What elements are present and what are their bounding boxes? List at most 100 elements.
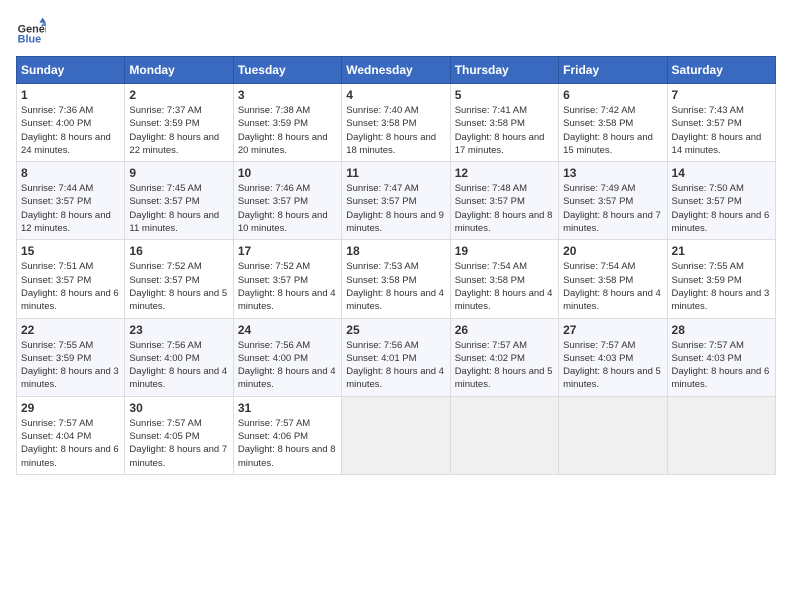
day-number: 17 bbox=[238, 244, 337, 258]
cell-content: Sunrise: 7:49 AMSunset: 3:57 PMDaylight:… bbox=[563, 182, 662, 235]
day-number: 28 bbox=[672, 323, 771, 337]
calendar-cell: 10 Sunrise: 7:46 AMSunset: 3:57 PMDayligh… bbox=[233, 162, 341, 240]
calendar-cell: 6 Sunrise: 7:42 AMSunset: 3:58 PMDaylight… bbox=[559, 84, 667, 162]
day-number: 18 bbox=[346, 244, 445, 258]
day-number: 14 bbox=[672, 166, 771, 180]
day-number: 1 bbox=[21, 88, 120, 102]
cell-content: Sunrise: 7:56 AMSunset: 4:00 PMDaylight:… bbox=[129, 339, 228, 392]
calendar-cell: 19 Sunrise: 7:54 AMSunset: 3:58 PMDayligh… bbox=[450, 240, 558, 318]
day-number: 8 bbox=[21, 166, 120, 180]
calendar-cell bbox=[450, 396, 558, 474]
day-number: 13 bbox=[563, 166, 662, 180]
day-number: 22 bbox=[21, 323, 120, 337]
calendar-cell: 24 Sunrise: 7:56 AMSunset: 4:00 PMDayligh… bbox=[233, 318, 341, 396]
week-row-1: 1 Sunrise: 7:36 AMSunset: 4:00 PMDaylight… bbox=[17, 84, 776, 162]
cell-content: Sunrise: 7:52 AMSunset: 3:57 PMDaylight:… bbox=[238, 260, 337, 313]
calendar-cell: 11 Sunrise: 7:47 AMSunset: 3:57 PMDayligh… bbox=[342, 162, 450, 240]
cell-content: Sunrise: 7:36 AMSunset: 4:00 PMDaylight:… bbox=[21, 104, 120, 157]
cell-content: Sunrise: 7:57 AMSunset: 4:02 PMDaylight:… bbox=[455, 339, 554, 392]
calendar-cell: 22 Sunrise: 7:55 AMSunset: 3:59 PMDayligh… bbox=[17, 318, 125, 396]
calendar-cell: 13 Sunrise: 7:49 AMSunset: 3:57 PMDayligh… bbox=[559, 162, 667, 240]
day-number: 23 bbox=[129, 323, 228, 337]
calendar-cell: 8 Sunrise: 7:44 AMSunset: 3:57 PMDaylight… bbox=[17, 162, 125, 240]
cell-content: Sunrise: 7:46 AMSunset: 3:57 PMDaylight:… bbox=[238, 182, 337, 235]
header-tuesday: Tuesday bbox=[233, 57, 341, 84]
day-number: 21 bbox=[672, 244, 771, 258]
day-number: 16 bbox=[129, 244, 228, 258]
day-number: 15 bbox=[21, 244, 120, 258]
day-number: 24 bbox=[238, 323, 337, 337]
calendar-cell bbox=[342, 396, 450, 474]
cell-content: Sunrise: 7:45 AMSunset: 3:57 PMDaylight:… bbox=[129, 182, 228, 235]
calendar-table: SundayMondayTuesdayWednesdayThursdayFrid… bbox=[16, 56, 776, 475]
calendar-cell: 26 Sunrise: 7:57 AMSunset: 4:02 PMDayligh… bbox=[450, 318, 558, 396]
cell-content: Sunrise: 7:55 AMSunset: 3:59 PMDaylight:… bbox=[21, 339, 120, 392]
cell-content: Sunrise: 7:56 AMSunset: 4:01 PMDaylight:… bbox=[346, 339, 445, 392]
calendar-cell: 29Sunrise: 7:57 AMSunset: 4:04 PMDayligh… bbox=[17, 396, 125, 474]
week-row-5: 29Sunrise: 7:57 AMSunset: 4:04 PMDayligh… bbox=[17, 396, 776, 474]
cell-content: Sunrise: 7:43 AMSunset: 3:57 PMDaylight:… bbox=[672, 104, 771, 157]
cell-content: Sunrise: 7:56 AMSunset: 4:00 PMDaylight:… bbox=[238, 339, 337, 392]
cell-content: Sunrise: 7:50 AMSunset: 3:57 PMDaylight:… bbox=[672, 182, 771, 235]
cell-content: Sunrise: 7:54 AMSunset: 3:58 PMDaylight:… bbox=[563, 260, 662, 313]
calendar-cell: 23 Sunrise: 7:56 AMSunset: 4:00 PMDayligh… bbox=[125, 318, 233, 396]
calendar-cell: 15Sunrise: 7:51 AMSunset: 3:57 PMDayligh… bbox=[17, 240, 125, 318]
calendar-cell: 20 Sunrise: 7:54 AMSunset: 3:58 PMDayligh… bbox=[559, 240, 667, 318]
day-number: 25 bbox=[346, 323, 445, 337]
day-number: 4 bbox=[346, 88, 445, 102]
header-saturday: Saturday bbox=[667, 57, 775, 84]
calendar-cell: 16Sunrise: 7:52 AMSunset: 3:57 PMDayligh… bbox=[125, 240, 233, 318]
header-row: SundayMondayTuesdayWednesdayThursdayFrid… bbox=[17, 57, 776, 84]
day-number: 20 bbox=[563, 244, 662, 258]
calendar-cell: 28 Sunrise: 7:57 AMSunset: 4:03 PMDayligh… bbox=[667, 318, 775, 396]
calendar-cell bbox=[667, 396, 775, 474]
cell-content: Sunrise: 7:57 AMSunset: 4:03 PMDaylight:… bbox=[672, 339, 771, 392]
day-number: 7 bbox=[672, 88, 771, 102]
header-monday: Monday bbox=[125, 57, 233, 84]
cell-content: Sunrise: 7:40 AMSunset: 3:58 PMDaylight:… bbox=[346, 104, 445, 157]
calendar-cell: 18Sunrise: 7:53 AMSunset: 3:58 PMDayligh… bbox=[342, 240, 450, 318]
calendar-cell bbox=[559, 396, 667, 474]
day-number: 11 bbox=[346, 166, 445, 180]
calendar-cell: 30Sunrise: 7:57 AMSunset: 4:05 PMDayligh… bbox=[125, 396, 233, 474]
calendar-cell: 3Sunrise: 7:38 AMSunset: 3:59 PMDaylight… bbox=[233, 84, 341, 162]
calendar-cell: 5 Sunrise: 7:41 AMSunset: 3:58 PMDaylight… bbox=[450, 84, 558, 162]
calendar-cell: 21Sunrise: 7:55 AMSunset: 3:59 PMDayligh… bbox=[667, 240, 775, 318]
calendar-cell: 7 Sunrise: 7:43 AMSunset: 3:57 PMDaylight… bbox=[667, 84, 775, 162]
cell-content: Sunrise: 7:57 AMSunset: 4:05 PMDaylight:… bbox=[129, 417, 228, 470]
svg-text:Blue: Blue bbox=[18, 34, 41, 46]
day-number: 2 bbox=[129, 88, 228, 102]
cell-content: Sunrise: 7:38 AMSunset: 3:59 PMDaylight:… bbox=[238, 104, 337, 157]
page-header: General Blue bbox=[16, 16, 776, 46]
day-number: 6 bbox=[563, 88, 662, 102]
day-number: 5 bbox=[455, 88, 554, 102]
day-number: 29 bbox=[21, 401, 120, 415]
calendar-cell: 14 Sunrise: 7:50 AMSunset: 3:57 PMDayligh… bbox=[667, 162, 775, 240]
header-thursday: Thursday bbox=[450, 57, 558, 84]
cell-content: Sunrise: 7:42 AMSunset: 3:58 PMDaylight:… bbox=[563, 104, 662, 157]
cell-content: Sunrise: 7:48 AMSunset: 3:57 PMDaylight:… bbox=[455, 182, 554, 235]
calendar-cell: 25 Sunrise: 7:56 AMSunset: 4:01 PMDayligh… bbox=[342, 318, 450, 396]
header-sunday: Sunday bbox=[17, 57, 125, 84]
day-number: 19 bbox=[455, 244, 554, 258]
day-number: 10 bbox=[238, 166, 337, 180]
logo: General Blue bbox=[16, 16, 50, 46]
cell-content: Sunrise: 7:41 AMSunset: 3:58 PMDaylight:… bbox=[455, 104, 554, 157]
week-row-4: 22 Sunrise: 7:55 AMSunset: 3:59 PMDayligh… bbox=[17, 318, 776, 396]
day-number: 12 bbox=[455, 166, 554, 180]
calendar-cell: 31Sunrise: 7:57 AMSunset: 4:06 PMDayligh… bbox=[233, 396, 341, 474]
calendar-cell: 9 Sunrise: 7:45 AMSunset: 3:57 PMDaylight… bbox=[125, 162, 233, 240]
cell-content: Sunrise: 7:44 AMSunset: 3:57 PMDaylight:… bbox=[21, 182, 120, 235]
day-number: 9 bbox=[129, 166, 228, 180]
calendar-cell: 17 Sunrise: 7:52 AMSunset: 3:57 PMDayligh… bbox=[233, 240, 341, 318]
header-friday: Friday bbox=[559, 57, 667, 84]
week-row-3: 15Sunrise: 7:51 AMSunset: 3:57 PMDayligh… bbox=[17, 240, 776, 318]
calendar-cell: 4 Sunrise: 7:40 AMSunset: 3:58 PMDaylight… bbox=[342, 84, 450, 162]
logo-icon: General Blue bbox=[16, 16, 46, 46]
cell-content: Sunrise: 7:54 AMSunset: 3:58 PMDaylight:… bbox=[455, 260, 554, 313]
day-number: 26 bbox=[455, 323, 554, 337]
cell-content: Sunrise: 7:57 AMSunset: 4:06 PMDaylight:… bbox=[238, 417, 337, 470]
cell-content: Sunrise: 7:47 AMSunset: 3:57 PMDaylight:… bbox=[346, 182, 445, 235]
header-wednesday: Wednesday bbox=[342, 57, 450, 84]
calendar-cell: 12 Sunrise: 7:48 AMSunset: 3:57 PMDayligh… bbox=[450, 162, 558, 240]
